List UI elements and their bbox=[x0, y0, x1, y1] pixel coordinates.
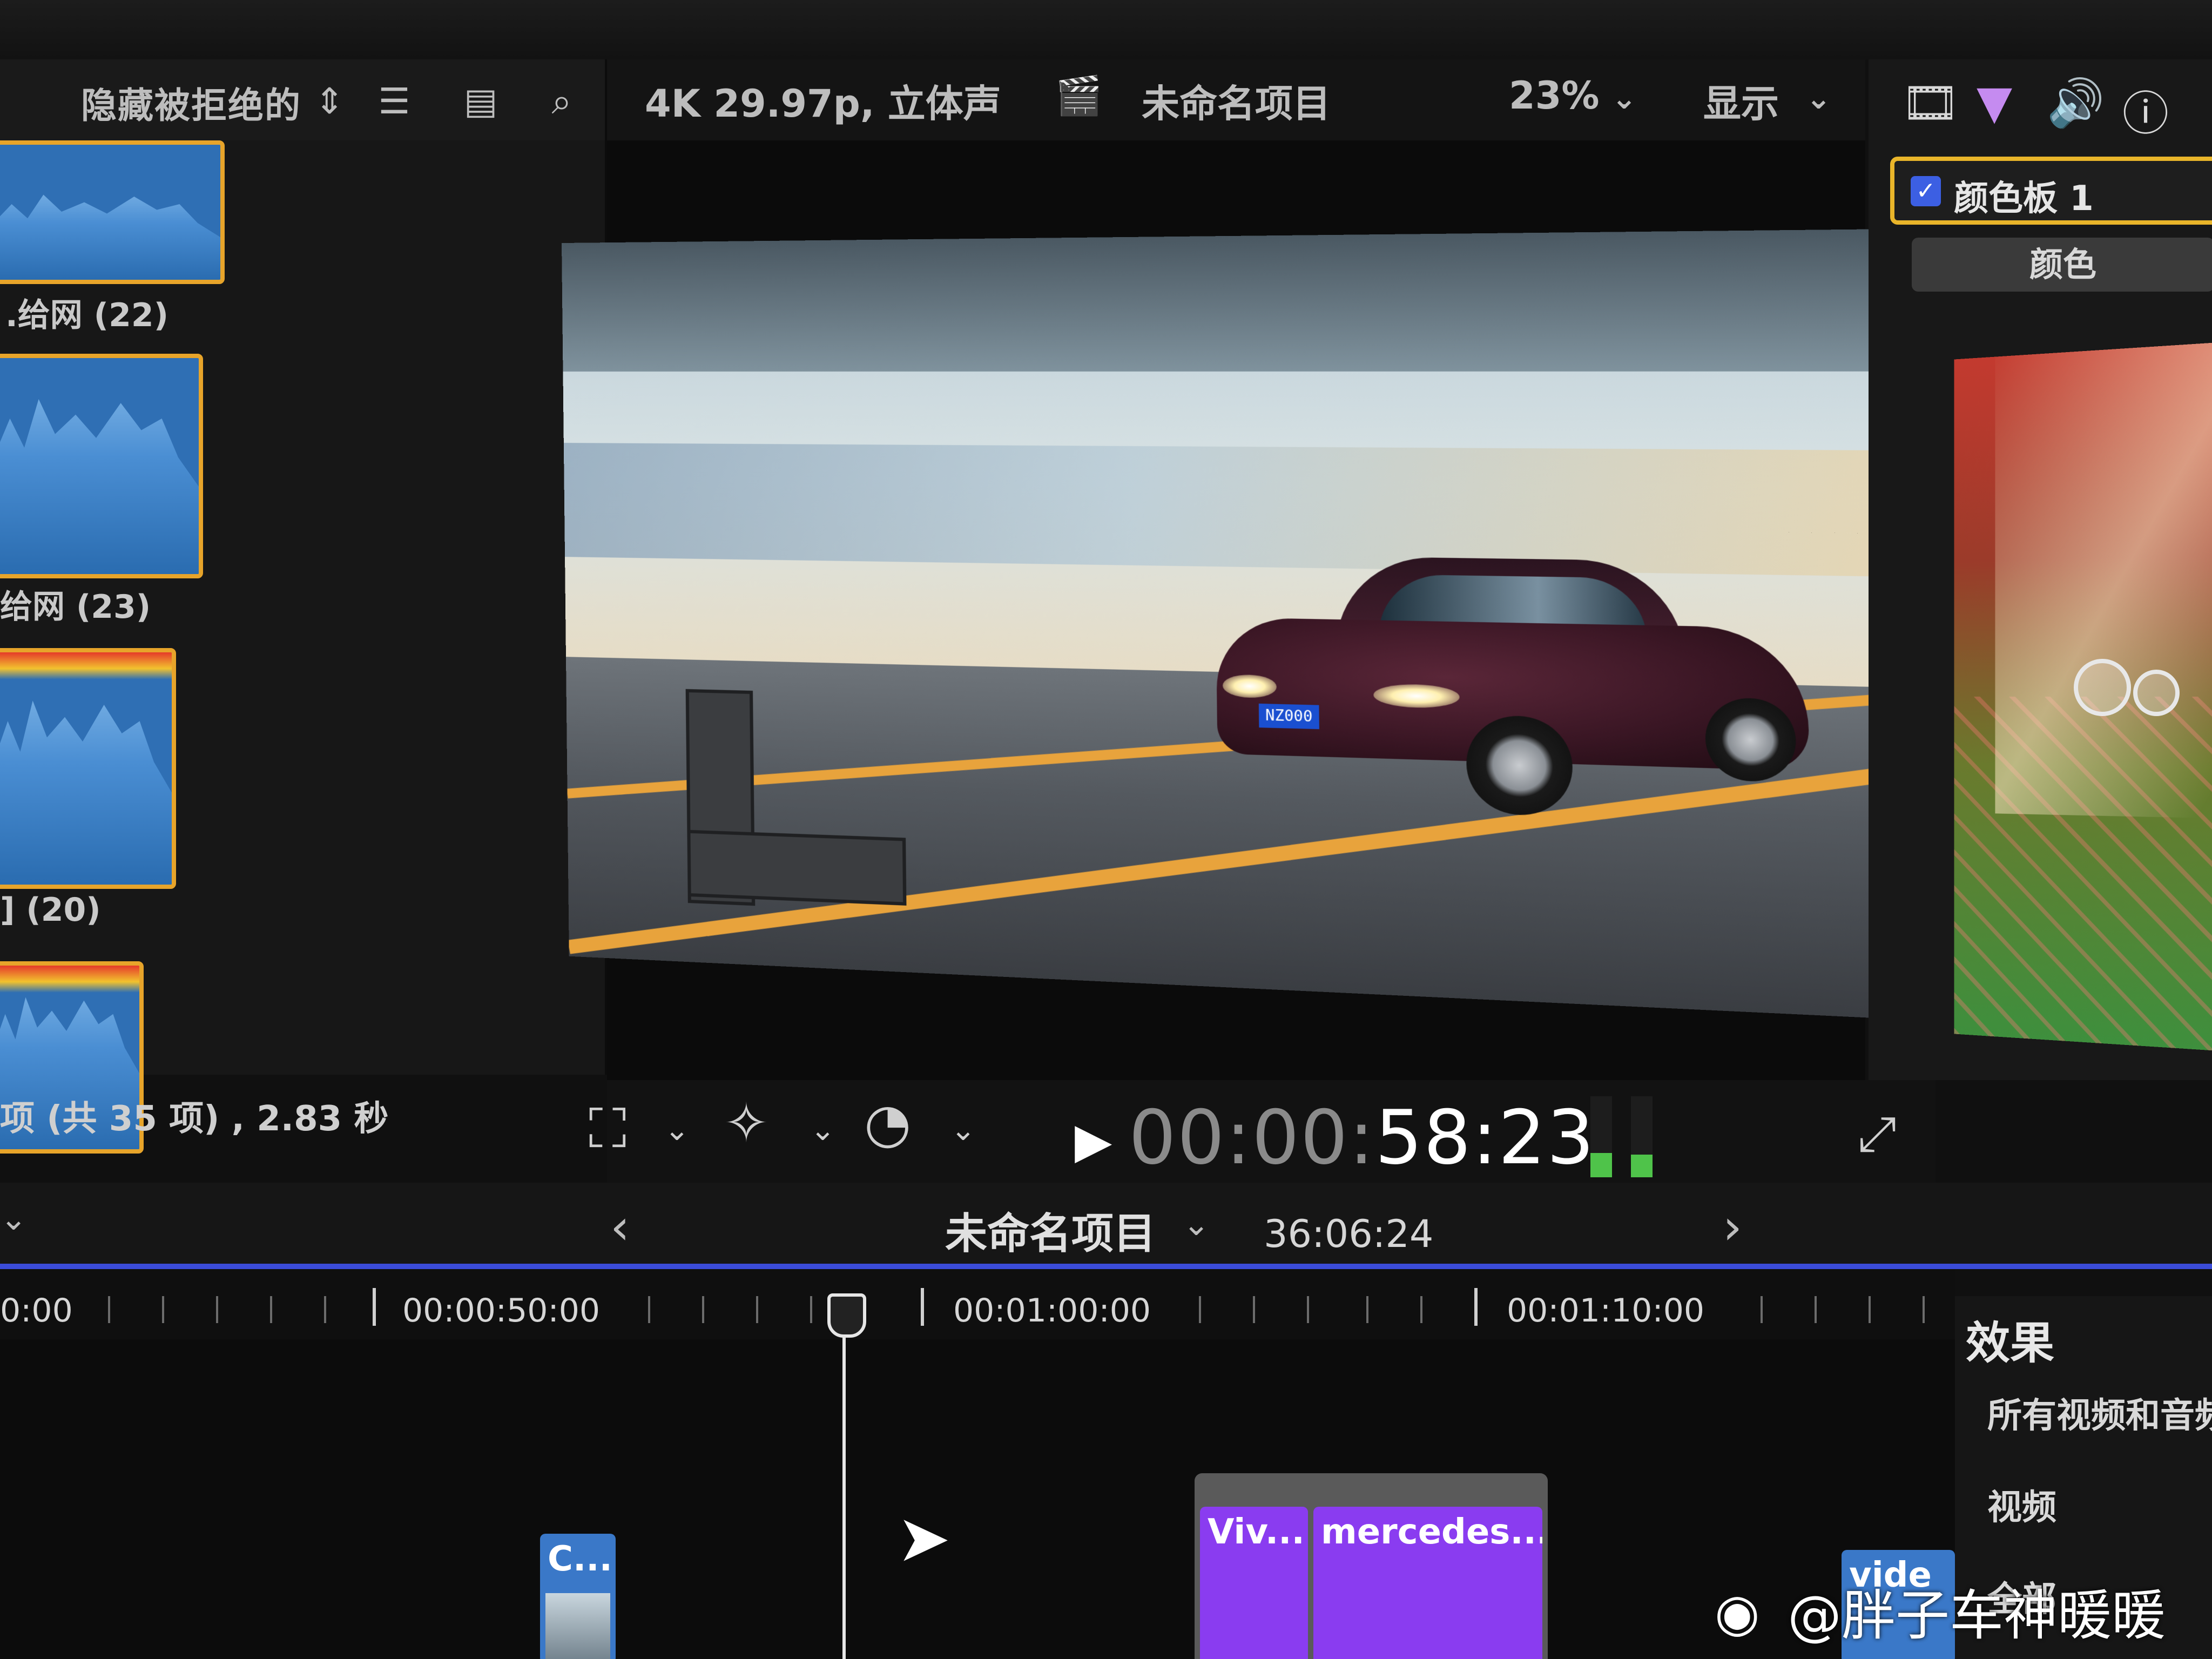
clapper-icon: 🎬 bbox=[1055, 73, 1103, 118]
format-label: 4K 29.97p, 立体声 bbox=[645, 82, 1001, 126]
forward-arrow-icon[interactable]: › bbox=[1723, 1199, 1742, 1256]
effects-category-video[interactable]: 视频 bbox=[1987, 1480, 2056, 1529]
timeline-clip[interactable]: Viv... bbox=[1200, 1507, 1308, 1659]
clip-appearance-icon[interactable]: ▤ bbox=[459, 80, 502, 123]
play-icon[interactable]: ▶ bbox=[1075, 1112, 1112, 1169]
clip-thumbnail[interactable] bbox=[0, 140, 225, 284]
chevron-down-icon[interactable]: ⌄ bbox=[1183, 1205, 1210, 1243]
transform-icon[interactable]: ⛶ bbox=[589, 1102, 626, 1156]
inspector-panel: 🎞 ▼ 🔊 ⓘ ✓ 颜色板 1 颜色 bbox=[1869, 59, 2212, 1080]
view-menu[interactable]: 显示 bbox=[1703, 73, 1779, 128]
chevron-down-icon[interactable]: ⌄ bbox=[810, 1112, 835, 1148]
filter-dropdown[interactable]: 隐藏被拒绝的 bbox=[81, 77, 301, 129]
video-frame: NZ000 bbox=[562, 227, 2092, 1028]
zoom-menu[interactable]: 23% bbox=[1509, 73, 1600, 118]
browser-panel: 隐藏被拒绝的 ⇕ ☰ ▤ ⌕ .给网 (22) 给网 (23) ] (20) bbox=[0, 59, 607, 1154]
timecode-display: 00:00:58:23 bbox=[1129, 1094, 1595, 1181]
chevron-down-icon[interactable]: ⌄ bbox=[0, 1200, 27, 1238]
browser-toolbar: 隐藏被拒绝的 ⇕ ☰ ▤ ⌕ bbox=[0, 59, 605, 140]
mouse-cursor-icon: ➤ bbox=[896, 1501, 951, 1576]
car: NZ000 bbox=[1215, 555, 1810, 817]
chevron-down-icon[interactable]: ⌄ bbox=[1806, 81, 1831, 116]
updown-chevron-icon[interactable]: ⇕ bbox=[308, 80, 351, 123]
speed-gauge-icon[interactable]: ◔ bbox=[864, 1096, 911, 1150]
film-strip-icon[interactable]: 🎞 bbox=[1901, 76, 1960, 130]
license-plate: NZ000 bbox=[1258, 703, 1319, 730]
weibo-logo-icon: ◉ bbox=[1715, 1582, 1760, 1643]
tab-color[interactable]: 颜色 bbox=[1912, 238, 2212, 292]
magic-wand-icon[interactable]: ✧ bbox=[724, 1096, 769, 1150]
playhead[interactable] bbox=[842, 1307, 846, 1659]
effects-category-all[interactable]: 所有视频和音频 bbox=[1987, 1388, 2212, 1438]
clip-label: .给网 (22) bbox=[5, 296, 169, 334]
timeline-project-title[interactable]: 未命名项目 bbox=[945, 1200, 1156, 1260]
color-inspector-icon[interactable]: ▼ bbox=[1977, 76, 2012, 130]
back-arrow-icon[interactable]: ‹ bbox=[610, 1199, 630, 1256]
list-view-icon[interactable]: ☰ bbox=[373, 80, 416, 123]
clip-label: ] (20) bbox=[0, 891, 101, 929]
screen: 隐藏被拒绝的 ⇕ ☰ ▤ ⌕ .给网 (22) 给网 (23) ] (20) 项… bbox=[0, 0, 2212, 1659]
color-puck[interactable] bbox=[2074, 659, 2131, 716]
ruler-timecode: 0:00 bbox=[0, 1292, 73, 1330]
color-puck[interactable] bbox=[2133, 670, 2180, 716]
clip-thumbnail[interactable] bbox=[0, 354, 203, 578]
chevron-down-icon[interactable]: ⌄ bbox=[1611, 81, 1637, 116]
ruler-timecode: 00:00:50:00 bbox=[402, 1292, 601, 1330]
ruler-timecode: 00:01:00:00 bbox=[953, 1292, 1151, 1330]
audio-meter bbox=[1590, 1096, 1612, 1177]
timeline-clip[interactable]: C... bbox=[540, 1534, 616, 1659]
info-icon[interactable]: ⓘ bbox=[2122, 76, 2169, 143]
playhead-handle[interactable] bbox=[827, 1293, 866, 1338]
menu-bar-glare bbox=[0, 0, 2212, 59]
audio-meter bbox=[1631, 1096, 1653, 1177]
audio-icon[interactable]: 🔊 bbox=[2047, 76, 2105, 130]
color-board-label: 颜色板 1 bbox=[1954, 179, 2094, 219]
viewer-project-title: 未命名项目 bbox=[1142, 82, 1331, 126]
timeline-duration: 36:06:24 bbox=[1264, 1212, 1434, 1256]
browser-status: 项 (共 35 项) , 2.83 秒 bbox=[0, 1099, 389, 1139]
watermark: @胖子车神暖暖 bbox=[1788, 1584, 2166, 1647]
ruler-timecode: 00:01:10:00 bbox=[1507, 1292, 1705, 1330]
color-board-selector[interactable]: ✓ 颜色板 1 bbox=[1890, 157, 2212, 225]
viewer-header: 4K 29.97p, 立体声 🎬 未命名项目 23% ⌄ 显示 ⌄ bbox=[607, 59, 1865, 140]
chevron-down-icon[interactable]: ⌄ bbox=[664, 1112, 690, 1148]
timeline-clip[interactable]: mercedes... bbox=[1313, 1507, 1542, 1659]
fullscreen-icon[interactable]: ⤢ bbox=[1858, 1107, 1897, 1161]
chevron-down-icon[interactable]: ⌄ bbox=[950, 1112, 976, 1148]
clip-thumbnail[interactable] bbox=[0, 648, 176, 889]
clip-label: 给网 (23) bbox=[0, 588, 151, 626]
checkbox-icon[interactable]: ✓ bbox=[1911, 176, 1941, 206]
effects-title: 效果 bbox=[1966, 1318, 2055, 1369]
search-icon[interactable]: ⌕ bbox=[540, 80, 583, 123]
timeline-tracks[interactable] bbox=[0, 1339, 1955, 1659]
floor-letter-l bbox=[685, 689, 907, 906]
